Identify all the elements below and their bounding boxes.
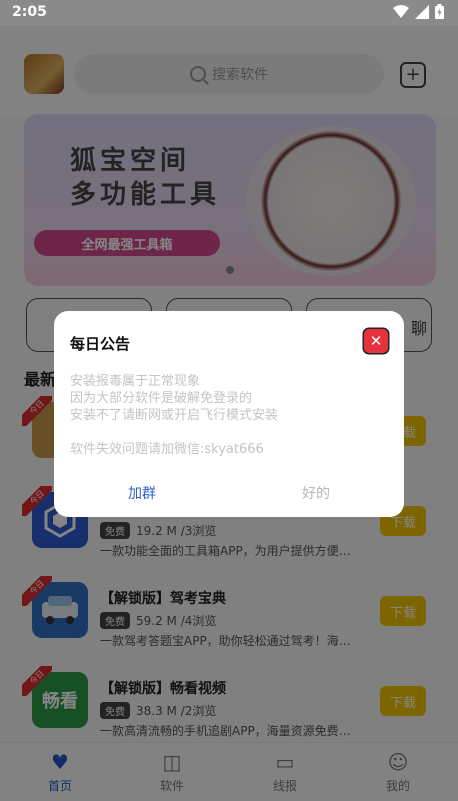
signal-icon: [415, 4, 429, 23]
status-bar: 2:05: [0, 0, 458, 26]
dialog-body: 安装报毒属于正常现象 因为大部分软件是破解免登录的 安装不了请断网或开启飞行模式…: [70, 373, 390, 458]
close-icon[interactable]: ✕: [364, 329, 388, 353]
join-group-button[interactable]: 加群: [128, 483, 156, 503]
status-icons: [393, 4, 444, 23]
wifi-icon: [393, 4, 409, 23]
dialog-line-2: 因为大部分软件是破解免登录的: [70, 391, 253, 406]
dialog-line-3: 安装不了请断网或开启飞行模式安装: [70, 408, 279, 423]
status-time: 2:05: [12, 4, 47, 20]
dialog-spacer: [70, 424, 390, 441]
dialog-title: 每日公告: [70, 335, 131, 353]
battery-icon: [435, 4, 444, 23]
ok-button[interactable]: 好的: [302, 483, 330, 503]
dialog-line-4: 软件失效问题请加微信:skyat666: [70, 442, 264, 457]
announcement-dialog: 每日公告 ✕ 安装报毒属于正常现象 因为大部分软件是破解免登录的 安装不了请断网…: [54, 311, 404, 517]
dialog-line-1: 安装报毒属于正常现象: [70, 374, 201, 389]
